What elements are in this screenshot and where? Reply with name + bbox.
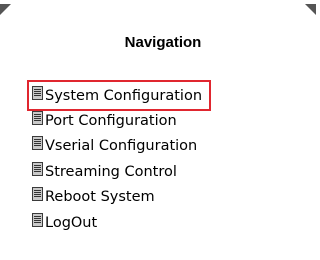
nav-item-port-configuration[interactable]: Port Configuration [32,108,209,134]
nav-item-label[interactable]: Vserial Configuration [45,138,197,154]
document-icon [32,212,43,227]
nav-item-label[interactable]: Reboot System [45,189,155,205]
document-icon [32,187,43,202]
nav-item-streaming-control[interactable]: Streaming Control [32,159,209,185]
nav-item-system-configuration[interactable]: System Configuration [26,80,212,111]
navigation-title: Navigation [124,34,202,51]
document-icon [32,85,43,100]
document-icon [32,161,43,176]
nav-item-label[interactable]: Port Configuration [45,113,177,129]
document-icon [32,110,43,125]
navigation-menu: System Configuration Port Configuration … [26,80,212,236]
top-left-corner-decoration [0,4,11,15]
nav-item-vserial-configuration[interactable]: Vserial Configuration [32,134,209,160]
document-icon [32,136,43,151]
nav-item-reboot-system[interactable]: Reboot System [32,185,209,211]
nav-item-logout[interactable]: LogOut [32,210,209,236]
nav-item-label[interactable]: Streaming Control [45,164,177,180]
nav-item-label[interactable]: LogOut [45,215,97,231]
nav-item-label[interactable]: System Configuration [45,88,202,104]
top-right-corner-decoration [305,4,316,15]
